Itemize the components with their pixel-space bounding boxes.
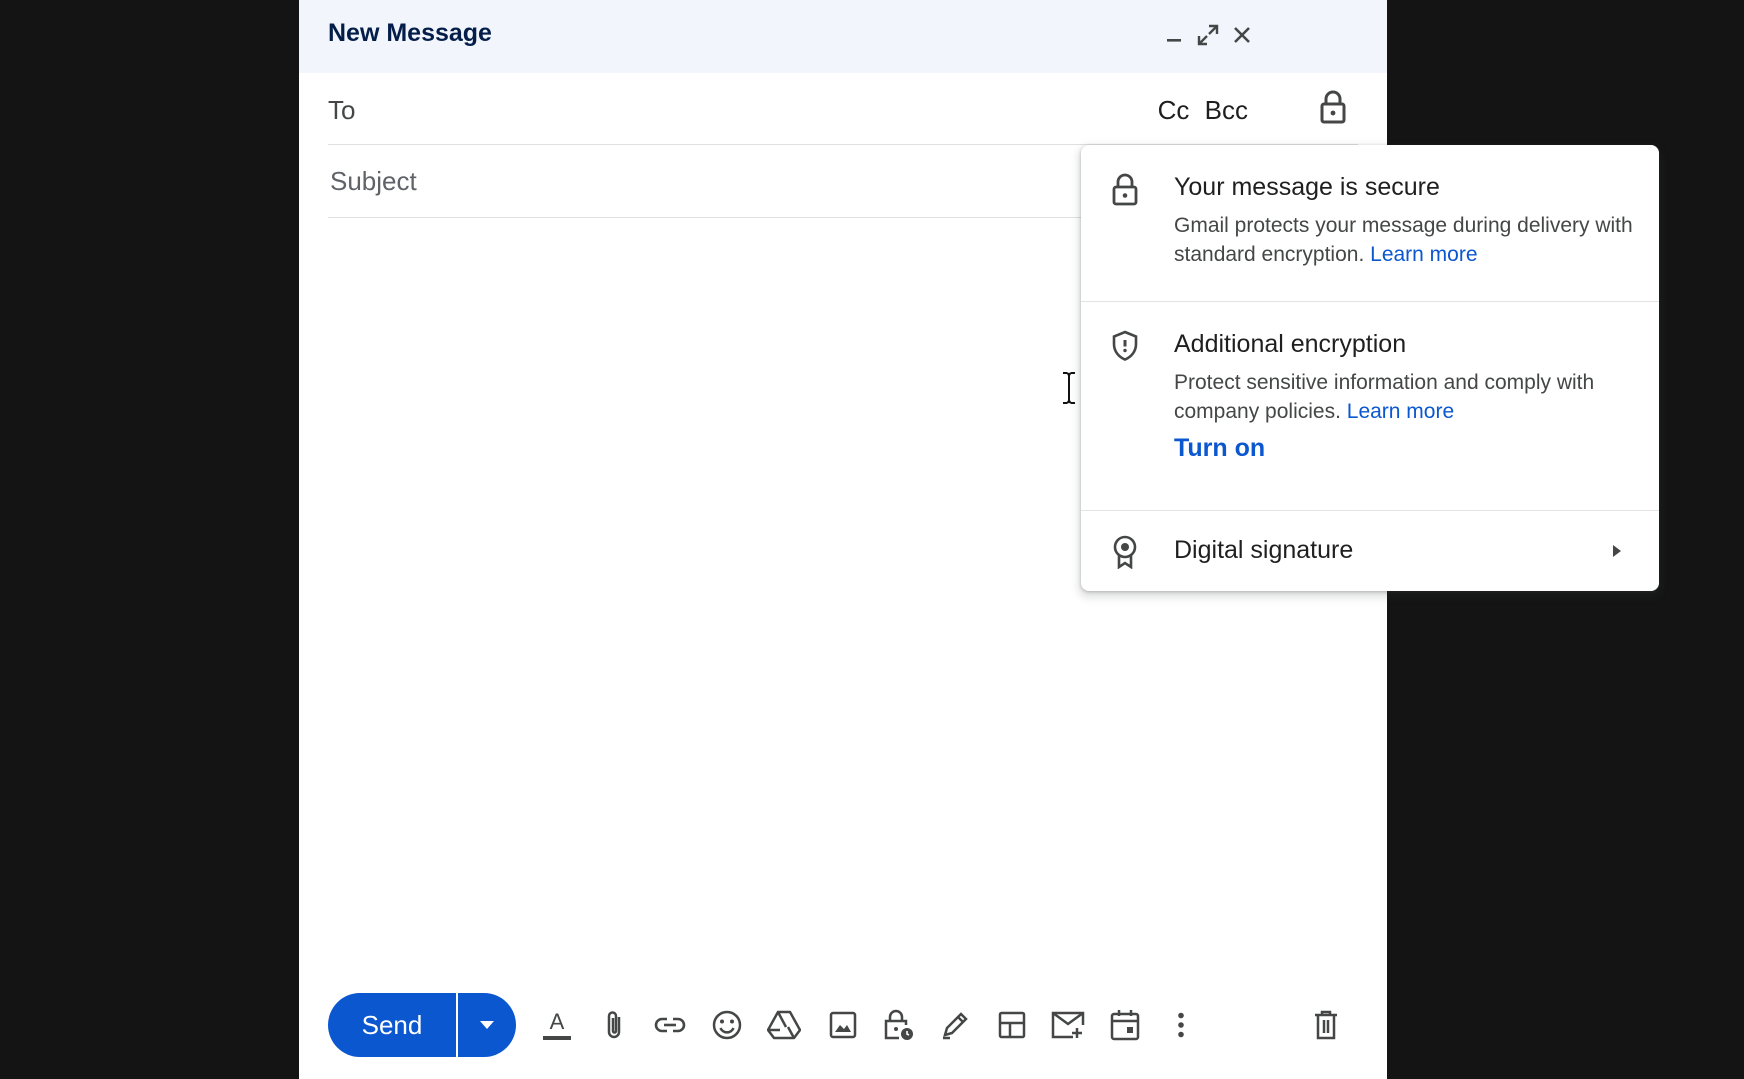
lock-icon[interactable] — [1319, 89, 1349, 125]
confidential-mode-icon[interactable] — [881, 1007, 917, 1043]
to-label: To — [328, 95, 356, 125]
more-options-icon[interactable] — [1163, 1007, 1199, 1043]
encryption-learn-more-link[interactable]: Learn more — [1347, 400, 1454, 423]
close-icon[interactable] — [1229, 22, 1255, 48]
secure-description: Gmail protects your message during deliv… — [1174, 211, 1634, 269]
subject-field[interactable] — [328, 159, 1032, 203]
security-popup: Your message is secure Gmail protects yo… — [1081, 145, 1659, 591]
encryption-title: Additional encryption — [1174, 330, 1407, 358]
send-options-button[interactable] — [458, 993, 516, 1057]
digital-signature-label: Digital signature — [1174, 536, 1354, 564]
shield-icon — [1111, 330, 1141, 362]
google-drive-icon[interactable] — [766, 1007, 802, 1043]
cc-bcc: Cc Bcc — [1150, 95, 1248, 126]
lock-icon — [1111, 173, 1141, 206]
turn-on-button[interactable]: Turn on — [1174, 434, 1265, 463]
caret-down-icon — [480, 1021, 494, 1029]
formatting-options-icon[interactable]: A — [539, 1007, 575, 1043]
cc-button[interactable]: Cc — [1158, 95, 1190, 125]
schedule-event-icon[interactable] — [1107, 1007, 1143, 1043]
compose-window: New Message To Cc Bcc Subject Your messa… — [299, 0, 1659, 1079]
attach-file-icon[interactable] — [596, 1007, 632, 1043]
layouts-icon[interactable] — [994, 1007, 1030, 1043]
encryption-section: Additional encryption Protect sensitive … — [1081, 302, 1659, 654]
minimize-icon[interactable] — [1161, 22, 1187, 48]
to-field[interactable] — [370, 87, 1174, 129]
email-template-icon[interactable] — [1050, 1007, 1086, 1043]
chevron-right-icon — [1611, 544, 1623, 563]
discard-draft-icon[interactable] — [1308, 1007, 1344, 1043]
compose-title: New Message — [328, 19, 492, 47]
fullscreen-icon[interactable] — [1195, 22, 1221, 48]
insert-photo-icon[interactable] — [825, 1007, 861, 1043]
insert-emoji-icon[interactable] — [709, 1007, 745, 1043]
secure-learn-more-link[interactable]: Learn more — [1370, 243, 1477, 266]
badge-icon — [1111, 535, 1141, 570]
compose-toolbar: Send A — [328, 993, 1358, 1057]
compose-titlebar[interactable]: New Message — [299, 0, 1387, 73]
secure-title: Your message is secure — [1174, 173, 1440, 201]
encryption-description: Protect sensitive information and comply… — [1174, 368, 1634, 426]
svg-text:A: A — [550, 1009, 565, 1034]
digital-signature-item[interactable]: Digital signature — [1081, 510, 1659, 592]
to-row: To Cc Bcc — [328, 73, 1358, 145]
send-button[interactable]: Send — [328, 993, 456, 1057]
secure-section: Your message is secure Gmail protects yo… — [1081, 145, 1659, 302]
insert-link-icon[interactable] — [652, 1007, 688, 1043]
insert-signature-icon[interactable] — [937, 1007, 973, 1043]
bcc-button[interactable]: Bcc — [1205, 95, 1248, 125]
